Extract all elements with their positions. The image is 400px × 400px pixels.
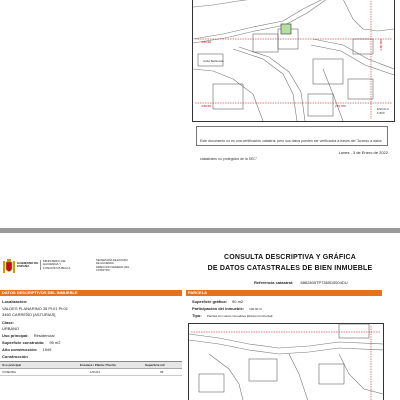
coord-label: 4.80,60 bbox=[201, 40, 212, 44]
spain-coat-of-arms-icon bbox=[3, 259, 15, 275]
construccion-label: Construcción bbox=[2, 354, 28, 359]
localizacion-line2: 3460 CARREÑO [ASTURIAS] bbox=[2, 312, 56, 317]
cell: 95 bbox=[160, 370, 164, 374]
coord-label: 4.80,000 bbox=[379, 39, 383, 51]
secretaria-label: SECRETARÍA DE ESTADO DE HACIENDA DIRECCI… bbox=[96, 259, 132, 272]
government-label: GOBIERNO DE ESPAÑA bbox=[17, 261, 39, 269]
ministry-label: MINISTERIO DE HACIENDA Y FUNCIÓN PÚBLICA bbox=[40, 259, 73, 271]
gobierno-text: GOBIERNO DE ESPAÑA bbox=[17, 261, 39, 269]
participacion-row: Participación del inmueble: 100,00 % bbox=[192, 306, 262, 311]
col-header: Superficie m2 bbox=[145, 363, 165, 367]
reference-row: Referencia catastral: 6862805TP7360D0004… bbox=[254, 280, 348, 285]
localizacion-label: Localización: bbox=[2, 299, 28, 304]
tipo-row: Tipo: Parcela con varios inmuebles [divi… bbox=[192, 313, 273, 318]
section-bar-parcela: PARCELA bbox=[186, 290, 382, 296]
map-drawing bbox=[189, 324, 383, 400]
table-header: Uso principal Escalera / Planta / Puerta… bbox=[0, 362, 182, 369]
cadastral-map-top: Avda Bellavista 4.80,60 4.80,50 270,700 … bbox=[192, 0, 395, 122]
coord-label: 4.80,50 bbox=[201, 104, 212, 108]
superficie-row: Superficie construida: 95 m2 bbox=[2, 340, 61, 345]
clase-row: Clase: bbox=[2, 320, 15, 325]
secretaria-text: SECRETARÍA DE ESTADO DE HACIENDA bbox=[96, 259, 128, 265]
cadastral-map-bottom bbox=[188, 323, 384, 400]
anio-row: Año construcción: 1949 bbox=[2, 347, 52, 352]
page-title-line2: DE DATOS CATASTRALES DE BIEN INMUEBLE bbox=[207, 265, 373, 272]
section-bar-descriptivos: DATOS DESCRIPTIVOS DEL INMUEBLE bbox=[0, 290, 182, 296]
disclaimer-box: Este documento no es una certificación c… bbox=[196, 126, 388, 161]
sup-grafica-row: Superficie gráfica: 90 m2 bbox=[192, 299, 244, 304]
street-label: Avda Bellavista bbox=[203, 59, 224, 63]
page-title-line1: CONSULTA DESCRIPTIVA Y GRÁFICA bbox=[223, 254, 356, 261]
clase-value: URBANO bbox=[2, 326, 20, 331]
cell: VIVIENDA bbox=[2, 370, 17, 374]
localizacion-line1: VALDES PLANARINO 35 Pl:01 Pt:01 bbox=[2, 306, 68, 311]
coord-label: 270,700 bbox=[335, 104, 346, 108]
cell: 1/01/01 bbox=[90, 370, 101, 374]
previous-page: Avda Bellavista 4.80,60 4.80,50 270,700 … bbox=[0, 0, 400, 228]
highlighted-parcel bbox=[280, 23, 292, 35]
table-row: VIVIENDA 1/01/01 95 bbox=[0, 369, 182, 376]
scale-value: 1:800 bbox=[377, 111, 385, 115]
direccion-text: DIRECCIÓN GENERAL DEL CATASTRO bbox=[96, 266, 130, 272]
ref-label: Referencia catastral: bbox=[254, 280, 294, 285]
col-header: Escalera / Planta / Puerta bbox=[80, 363, 116, 367]
uso-row: Uso principal: Residencial bbox=[2, 333, 55, 338]
date-line: Lunes , 3 de Enero de 2022 bbox=[338, 150, 388, 155]
ministerio-text: MINISTERIO DE HACIENDA Y FUNCIÓN PÚBLICA bbox=[43, 259, 71, 270]
construction-table: Uso principal Escalera / Planta / Puerta… bbox=[0, 361, 182, 376]
current-page: GOBIERNO DE ESPAÑA MINISTERIO DE HACIEND… bbox=[0, 233, 400, 400]
ref-value: 6862805TP7360D0004DU bbox=[300, 280, 348, 285]
col-header: Uso principal bbox=[2, 363, 22, 367]
